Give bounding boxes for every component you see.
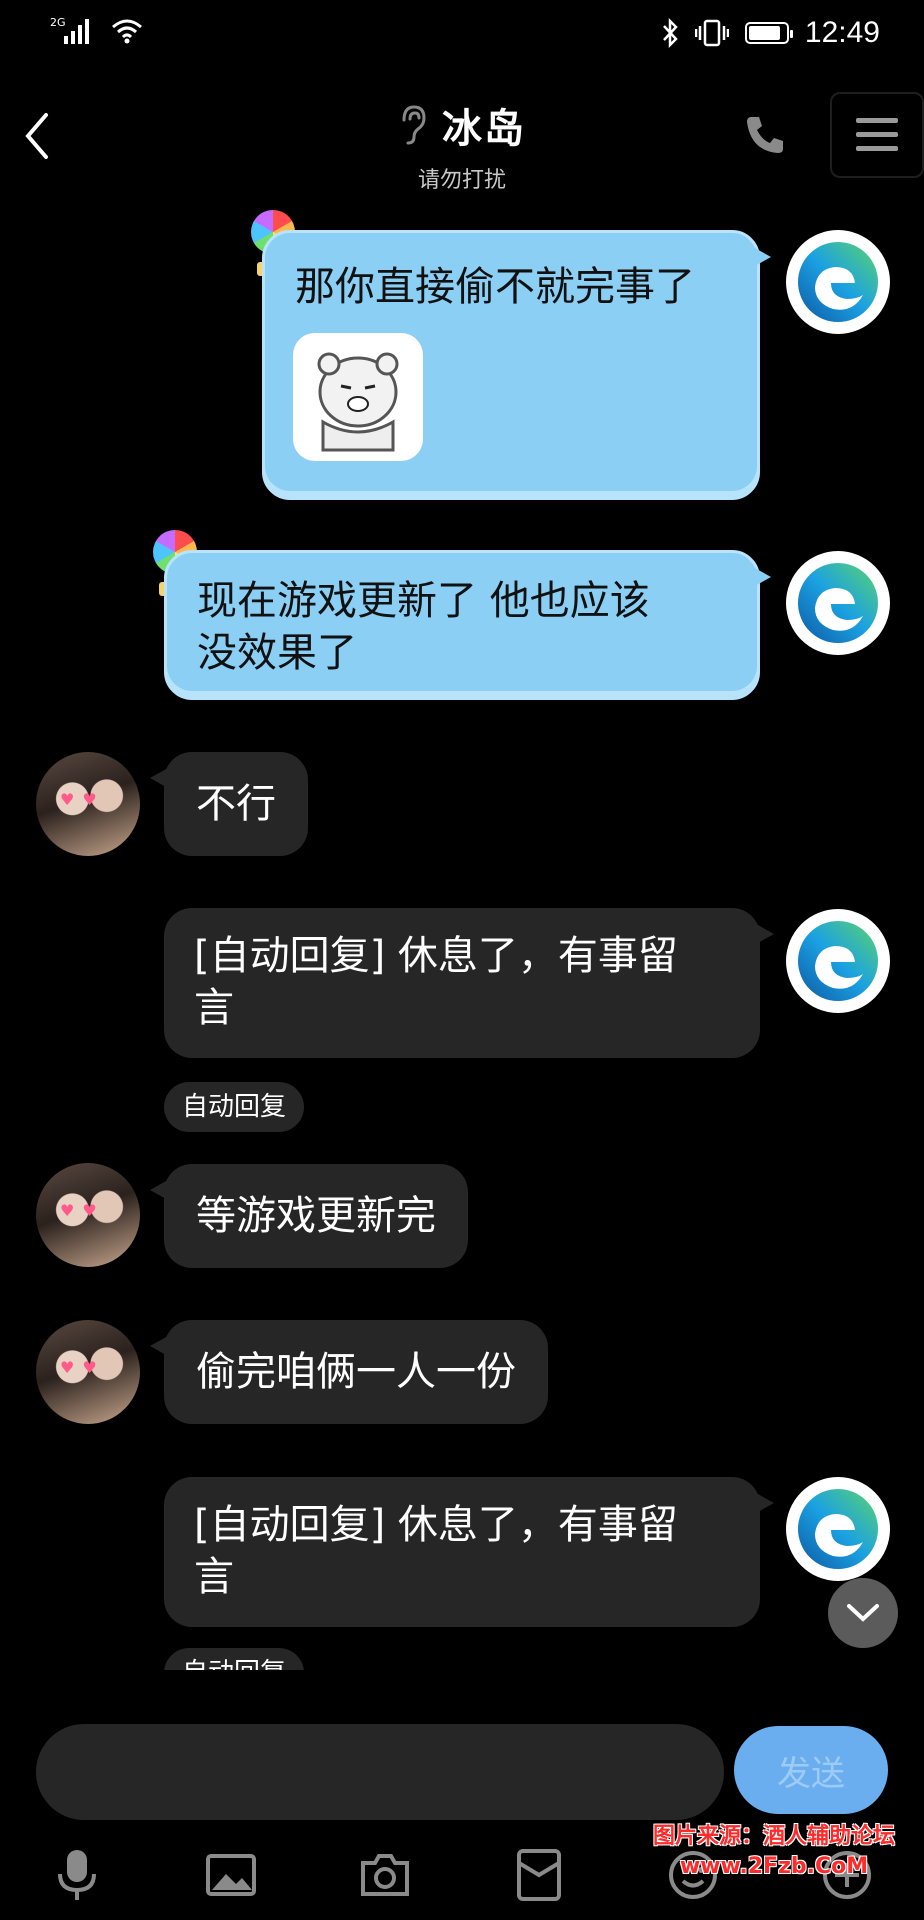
edge-logo-icon (798, 242, 878, 322)
message-text: 偷完咱俩一人一份 (196, 1349, 516, 1395)
battery-icon (744, 22, 793, 44)
phone-icon (747, 117, 783, 153)
self-avatar[interactable] (786, 909, 890, 1013)
message-bubble[interactable]: 那你直接偷不就完事了 (262, 230, 771, 500)
red-packet-button[interactable] (504, 1840, 574, 1910)
message-text: 那你直接偷不就完事了 (295, 264, 695, 310)
chevron-down-icon (847, 1604, 879, 1622)
self-avatar[interactable] (786, 551, 890, 655)
microphone-icon (58, 1850, 96, 1900)
vibrate-icon (694, 19, 729, 47)
message-text-line: 言 (194, 985, 234, 1031)
heart-sticker-icon: ♥♥ (60, 1358, 105, 1377)
message-text-line: [自动回复] 休息了，有事留 (194, 1502, 678, 1548)
message-bubble[interactable]: 偷完咱俩一人一份 (150, 1320, 548, 1424)
self-avatar[interactable] (786, 230, 890, 334)
message-text-line: 现在游戏更新了 他也应该 (197, 578, 650, 624)
message-text-line: [自动回复] 休息了，有事留 (194, 933, 678, 979)
chat-header: 冰岛 请勿打扰 (0, 70, 924, 200)
status-bar: 2G 12:49 (0, 0, 924, 70)
status-subtitle: 请勿打扰 (417, 168, 506, 193)
input-bar: 发送 (0, 1670, 924, 1920)
clock: 12:49 (804, 16, 880, 49)
message-input[interactable] (36, 1724, 724, 1820)
message-bubble[interactable]: 现在游戏更新了 他也应该 没效果了 (164, 550, 771, 700)
bluetooth-icon (663, 18, 678, 48)
camera-icon (361, 1854, 409, 1896)
meme-bear-icon (317, 352, 399, 452)
status-left: 2G (50, 16, 143, 44)
voice-button[interactable] (42, 1840, 112, 1910)
menu-icon (856, 118, 898, 151)
watermark: 图片来源：酒人辅助论坛 www.2Fzb.CoM (634, 1822, 914, 1882)
send-button[interactable]: 发送 (734, 1726, 888, 1814)
edge-logo-icon (798, 921, 878, 1001)
watermark-url: www.2Fzb.CoM (679, 1854, 869, 1879)
self-avatar[interactable] (786, 1477, 890, 1581)
call-button[interactable] (738, 108, 792, 162)
chat-title: 冰岛 (442, 106, 526, 152)
wifi-icon (112, 19, 142, 44)
status-right: 12:49 (661, 16, 880, 50)
message-bubble[interactable]: [自动回复] 休息了，有事留 言 (164, 908, 774, 1058)
photo-button[interactable] (196, 1840, 266, 1910)
contact-avatar[interactable]: ♥♥ (36, 752, 140, 856)
watermark-source: 图片来源：酒人辅助论坛 (652, 1824, 895, 1849)
red-packet-icon (517, 1849, 561, 1901)
ear-icon (402, 105, 426, 145)
edge-logo-icon (798, 563, 878, 643)
signal-icon (64, 18, 89, 44)
heart-sticker-icon: ♥♥ (60, 1201, 105, 1220)
message-text: 等游戏更新完 (196, 1193, 436, 1239)
heart-sticker-icon: ♥♥ (60, 790, 105, 809)
auto-reply-tag: 自动回复 (164, 1082, 305, 1132)
message-text-line: 言 (194, 1554, 234, 1600)
contact-avatar[interactable]: ♥♥ (36, 1320, 140, 1424)
message-bubble[interactable]: [自动回复] 休息了，有事留 言 (164, 1477, 774, 1627)
image-icon (206, 1854, 256, 1896)
message-bubble[interactable]: 等游戏更新完 (150, 1164, 468, 1268)
message-text-line: 没效果了 (197, 630, 357, 676)
edge-logo-icon (798, 1489, 878, 1569)
contact-avatar[interactable]: ♥♥ (36, 1163, 140, 1267)
camera-button[interactable] (350, 1840, 420, 1910)
menu-button[interactable] (830, 92, 924, 178)
sticker-image[interactable] (293, 333, 423, 461)
scroll-to-bottom-button[interactable] (828, 1578, 898, 1648)
network-type: 2G (50, 16, 66, 29)
message-bubble[interactable]: 不行 (150, 752, 308, 856)
message-text: 不行 (196, 781, 276, 827)
